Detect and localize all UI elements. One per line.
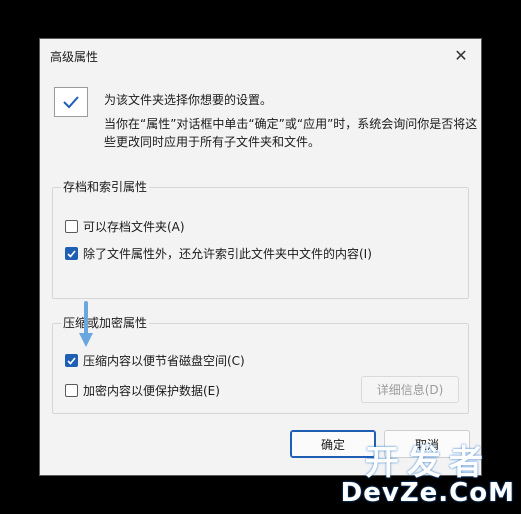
encrypt-checkbox[interactable]: [65, 384, 78, 397]
index-option-row[interactable]: 除了文件属性外，还允许索引此文件夹中文件的内容(I): [65, 245, 372, 262]
check-mark-icon: [63, 96, 79, 109]
compress-group-title: 压缩或加密属性: [61, 314, 150, 331]
intro-text-line-1: 为该文件夹选择你想要的设置。: [104, 93, 273, 107]
index-checkbox-label: 除了文件属性外，还允许索引此文件夹中文件的内容(I): [83, 247, 372, 261]
checkbox-check-icon: [67, 356, 76, 365]
dialog-title: 高级属性: [50, 50, 99, 64]
archive-checkbox-label: 可以存档文件夹(A): [83, 220, 185, 234]
archive-option-row[interactable]: 可以存档文件夹(A): [65, 218, 185, 235]
compress-encrypt-group: 压缩或加密属性 压缩内容以便节省磁盘空间(C) 加密内容以便保护数据(E) 详细…: [52, 314, 469, 414]
watermark-english-text: DevZe.CoM: [340, 478, 515, 508]
advanced-attributes-dialog: 高级属性 ✕ 为该文件夹选择你想要的设置。 当你在“属性”对话框中单击“确定”或…: [39, 38, 482, 476]
encrypt-option-row[interactable]: 加密内容以便保护数据(E): [65, 382, 220, 399]
checkbox-check-icon: [67, 249, 76, 258]
compress-checkbox-label: 压缩内容以便节省磁盘空间(C): [83, 354, 245, 368]
watermark-chinese-text: 开发者: [364, 443, 491, 483]
archive-checkbox[interactable]: [65, 220, 78, 233]
close-icon: ✕: [454, 45, 468, 65]
index-checkbox[interactable]: [65, 247, 78, 260]
archive-index-group: 存档和索引属性 可以存档文件夹(A) 除了文件属性外，还允许索引此文件夹中文件的…: [52, 178, 469, 299]
compress-option-row[interactable]: 压缩内容以便节省磁盘空间(C): [65, 352, 245, 369]
intro-text-line-3: 些更改同时应用于所有子文件夹和文件。: [104, 135, 321, 149]
encrypt-checkbox-label: 加密内容以便保护数据(E): [83, 384, 220, 398]
close-button[interactable]: ✕: [441, 39, 481, 71]
details-button[interactable]: 详细信息(D): [361, 376, 459, 403]
intro-text-line-2: 当你在“属性”对话框中单击“确定”或“应用”时，系统会询问你是否将这: [104, 117, 478, 131]
compress-checkbox[interactable]: [65, 354, 78, 367]
site-watermark: 开发者 DevZe.CoM: [341, 446, 515, 506]
down-arrow-icon: [79, 301, 93, 347]
folder-settings-icon: [54, 87, 88, 117]
title-bar: 高级属性 ✕: [40, 39, 481, 73]
archive-group-title: 存档和索引属性: [61, 178, 150, 195]
